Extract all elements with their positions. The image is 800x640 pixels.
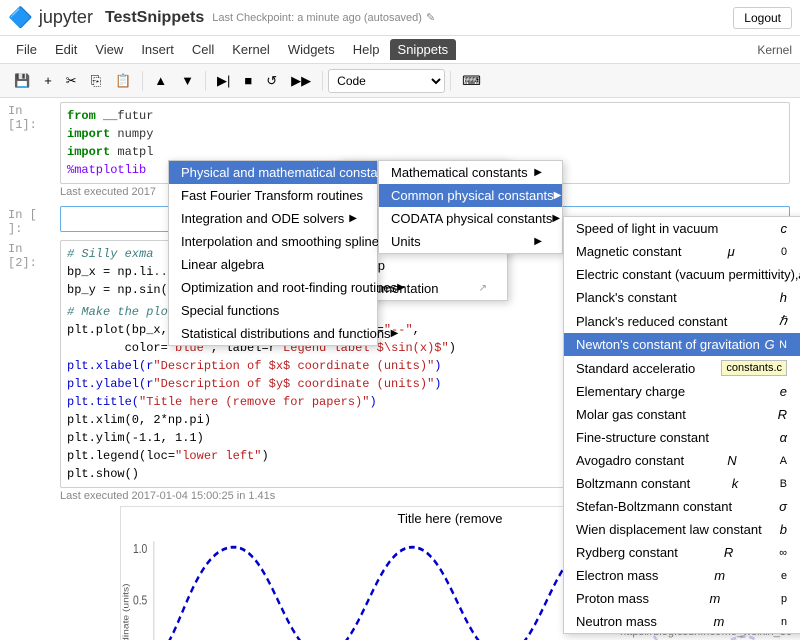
const-wien[interactable]: Wien displacement law constant b (564, 518, 800, 541)
const-elem-charge[interactable]: Elementary charge e (564, 380, 800, 403)
keyboard-icon[interactable]: ⌨ (456, 70, 487, 92)
const-molar-gas[interactable]: Molar gas constant R (564, 403, 800, 426)
toolbar-sep-4 (450, 71, 451, 91)
const-fine-structure[interactable]: Fine-structure constant α (564, 426, 800, 449)
arrow-icon: ▶ (397, 282, 405, 293)
scipy-fft[interactable]: Fast Fourier Transform routines (169, 184, 377, 207)
save-button[interactable]: 💾 (8, 70, 36, 92)
common-constants-dropdown[interactable]: Speed of light in vacuum c Magnetic cons… (563, 216, 800, 634)
restart-button[interactable]: ↺ (260, 70, 283, 92)
arrow-icon: ▶ (534, 167, 542, 178)
notebook-title: TestSnippets (105, 9, 204, 27)
paste-button[interactable]: 📋 (109, 70, 137, 92)
const-magnetic[interactable]: Magnetic constant μ0 (564, 240, 800, 263)
scipy-physical[interactable]: Physical and mathematical constants ▶ (169, 161, 377, 184)
math-constants-dropdown[interactable]: Mathematical constants ▶ Common physical… (378, 160, 563, 254)
svg-text:0.5: 0.5 (133, 594, 147, 607)
const-rydberg[interactable]: Rydberg constant R∞ (564, 541, 800, 564)
const-avogadro[interactable]: Avogadro constant NA (564, 449, 800, 472)
restart-run-button[interactable]: ▶▶ (285, 70, 317, 92)
interrupt-button[interactable]: ■ (238, 70, 258, 91)
scipy-integration[interactable]: Integration and ODE solvers ▶ (169, 207, 377, 230)
scipy-special[interactable]: Special functions (169, 299, 377, 322)
move-up-button[interactable]: ▲ (148, 70, 173, 91)
const-neutron-mass[interactable]: Neutron mass mn (564, 610, 800, 633)
run-button[interactable]: ▶| (211, 70, 236, 92)
scipy-interpolation[interactable]: Interpolation and smoothing splines ▶ (169, 230, 377, 253)
arrow-icon: ▶ (349, 213, 357, 224)
const-boltzmann[interactable]: Boltzmann constant kB (564, 472, 800, 495)
arrow-icon: ▶ (552, 213, 560, 224)
jupyter-wordmark: jupyter (39, 7, 93, 28)
const-stefan-boltzmann[interactable]: Stefan-Boltzmann constant σ (564, 495, 800, 518)
cell-3-label: In [2]: (8, 242, 48, 270)
menu-view[interactable]: View (87, 39, 131, 60)
cell-1-label: In [1]: (8, 104, 48, 132)
jupyter-icon: 🔷 (8, 5, 33, 30)
cell-2-label: In [ ]: (8, 208, 48, 236)
menu-cell[interactable]: Cell (184, 39, 222, 60)
const-electron-mass[interactable]: Electron mass me (564, 564, 800, 587)
arrow-icon: ▶ (534, 236, 542, 247)
svg-text:of y coordinate (units): of y coordinate (units) (121, 583, 130, 640)
menu-widgets[interactable]: Widgets (280, 39, 343, 60)
const-proton-mass[interactable]: Proton mass mp (564, 587, 800, 610)
const-planck-reduced[interactable]: Planck's reduced constant ℏ (564, 309, 800, 333)
arrow-icon: ▶ (391, 328, 399, 339)
math-constants-item[interactable]: Mathematical constants ▶ (379, 161, 562, 184)
checkpoint-icon: ✎ (426, 11, 435, 24)
const-planck[interactable]: Planck's constant h (564, 286, 800, 309)
menu-snippets[interactable]: Snippets (390, 39, 457, 60)
copy-button[interactable]: ⎘ (85, 70, 107, 92)
codata-physical-item[interactable]: CODATA physical constants ▶ (379, 207, 562, 230)
menu-kernel[interactable]: Kernel (224, 39, 278, 60)
svg-text:1.0: 1.0 (133, 543, 147, 556)
checkpoint-info: Last Checkpoint: a minute ago (autosaved… (212, 12, 422, 24)
common-physical-item[interactable]: Common physical constants ▶ (379, 184, 562, 207)
menu-file[interactable]: File (8, 39, 45, 60)
const-speed-light[interactable]: Speed of light in vacuum c (564, 217, 800, 240)
const-standard-accel[interactable]: Standard acceleratio constants.c (564, 356, 800, 380)
menu-insert[interactable]: Insert (133, 39, 182, 60)
units-item[interactable]: Units ▶ (379, 230, 562, 253)
const-electric[interactable]: Electric constant (vacuum permittivity),… (564, 263, 800, 286)
menu-help[interactable]: Help (345, 39, 388, 60)
toolbar-sep-2 (205, 71, 206, 91)
jupyter-logo: 🔷 jupyter (8, 5, 93, 30)
kernel-info: Kernel (757, 43, 792, 57)
scipy-linalg[interactable]: Linear algebra (169, 253, 377, 276)
cut-button[interactable]: ✂ (60, 70, 83, 92)
tooltip-constants-c: constants.c (721, 360, 787, 376)
move-down-button[interactable]: ▼ (175, 70, 200, 91)
scipy-dropdown[interactable]: Physical and mathematical constants ▶ Fa… (168, 160, 378, 346)
scipy-stats[interactable]: Statistical distributions and functions … (169, 322, 377, 345)
logout-button[interactable]: Logout (733, 7, 792, 29)
toolbar-sep-1 (142, 71, 143, 91)
arrow-icon: ▶ (554, 190, 562, 201)
external-link-icon: ↗ (479, 283, 487, 294)
toolbar-sep-3 (322, 71, 323, 91)
scipy-optimize[interactable]: Optimization and root-finding routines ▶ (169, 276, 377, 299)
const-newton-g[interactable]: Newton's constant of gravitation GN (564, 333, 800, 356)
menu-edit[interactable]: Edit (47, 39, 85, 60)
cell-type-select[interactable]: Code Markdown Raw NBConvert Heading (328, 69, 445, 93)
add-cell-button[interactable]: + (38, 70, 58, 91)
